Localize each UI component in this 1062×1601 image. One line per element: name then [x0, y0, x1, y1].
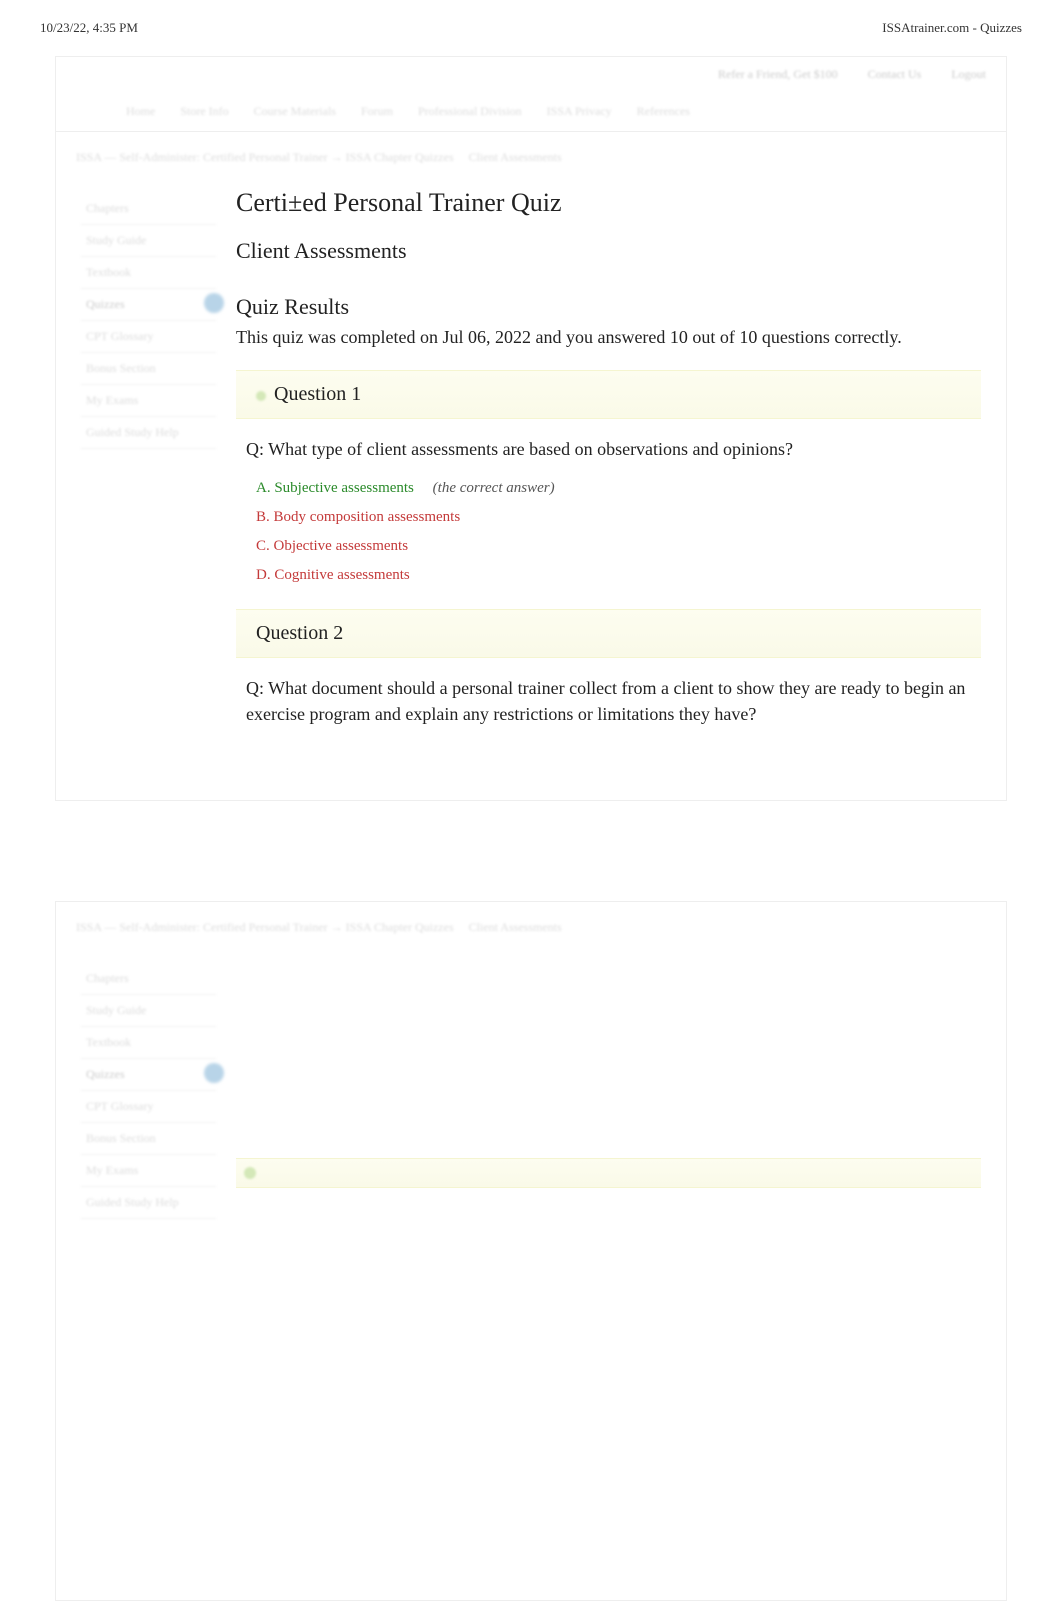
nav-professional[interactable]: Professional Division — [418, 104, 522, 119]
question-1: Question 1 Q: What type of client assess… — [236, 370, 981, 584]
nav-bar: Home Store Info Course Materials Forum P… — [56, 92, 1006, 132]
answer-b: B. Body composition assessments — [256, 509, 961, 526]
sidebar-item-chapters[interactable]: Chapters — [81, 963, 216, 995]
nav-privacy[interactable]: ISSA Privacy — [547, 104, 612, 119]
nav-references[interactable]: References — [637, 104, 690, 119]
sidebar-item-textbook[interactable]: Textbook — [81, 257, 216, 289]
breadcrumb-current: Client Assessments — [469, 150, 562, 165]
main-content: Certi±ed Personal Trainer Quiz Client As… — [231, 183, 1006, 800]
answer-label: A. Subjective assessments — [256, 480, 414, 496]
question-text: Q: What document should a personal train… — [236, 658, 981, 744]
nav-materials[interactable]: Course Materials — [254, 104, 336, 119]
sidebar: Chapters Study Guide Textbook Quizzes CP… — [56, 183, 231, 800]
breadcrumb-path[interactable]: ISSA — Self-Administer: Certified Person… — [76, 150, 454, 165]
question-text: Q: What type of client assessments are b… — [236, 419, 981, 480]
question-2: Question 2 Q: What document should a per… — [236, 609, 981, 744]
breadcrumb: ISSA — Self-Administer: Certified Person… — [56, 132, 1006, 183]
nav-home[interactable]: Home — [126, 104, 155, 119]
print-header: 10/23/22, 4:35 PM ISSAtrainer.com - Quiz… — [0, 0, 1062, 56]
main-content — [231, 953, 1006, 1353]
sidebar-item-exams[interactable]: My Exams — [81, 385, 216, 417]
content-area: Chapters Study Guide Textbook Quizzes CP… — [56, 183, 1006, 800]
top-links: Refer a Friend, Get $100 Contact Us Logo… — [56, 57, 1006, 92]
link-logout[interactable]: Logout — [951, 67, 986, 82]
results-heading: Quiz Results — [236, 294, 981, 320]
results-text: This quiz was completed on Jul 06, 2022 … — [236, 325, 981, 350]
answer-c: C. Objective assessments — [256, 538, 961, 555]
print-title: ISSAtrainer.com - Quizzes — [882, 20, 1022, 36]
sidebar-item-bonus[interactable]: Bonus Section — [81, 1123, 216, 1155]
link-refer[interactable]: Refer a Friend, Get $100 — [718, 67, 838, 82]
quiz-subtitle: Client Assessments — [236, 238, 981, 264]
question-header: Question 1 — [236, 370, 981, 419]
sidebar-item-exams[interactable]: My Exams — [81, 1155, 216, 1187]
sidebar-item-label: Quizzes — [86, 1067, 125, 1081]
sidebar-item-label: Quizzes — [86, 297, 125, 311]
sidebar: Chapters Study Guide Textbook Quizzes CP… — [56, 953, 231, 1353]
nav-store[interactable]: Store Info — [180, 104, 228, 119]
sidebar-item-quizzes[interactable]: Quizzes — [81, 289, 216, 321]
sidebar-item-glossary[interactable]: CPT Glossary — [81, 321, 216, 353]
answer-a: A. Subjective assessments (the correct a… — [256, 480, 961, 497]
nav-forum[interactable]: Forum — [361, 104, 393, 119]
checkmark-icon — [244, 1167, 256, 1179]
quiz-title: Certi±ed Personal Trainer Quiz — [236, 188, 981, 218]
sidebar-item-guided[interactable]: Guided Study Help — [81, 1187, 216, 1219]
page-2: ISSA — Self-Administer: Certified Person… — [55, 901, 1007, 1601]
answers: A. Subjective assessments (the correct a… — [236, 480, 981, 584]
sidebar-item-studyguide[interactable]: Study Guide — [81, 225, 216, 257]
correct-note: (the correct answer) — [433, 480, 555, 496]
breadcrumb-current: Client Assessments — [469, 920, 562, 935]
breadcrumb: ISSA — Self-Administer: Certified Person… — [56, 902, 1006, 953]
sidebar-item-chapters[interactable]: Chapters — [81, 193, 216, 225]
question-header: Question 2 — [236, 609, 981, 658]
content-area: Chapters Study Guide Textbook Quizzes CP… — [56, 953, 1006, 1353]
page-1: Refer a Friend, Get $100 Contact Us Logo… — [55, 56, 1007, 801]
sidebar-item-studyguide[interactable]: Study Guide — [81, 995, 216, 1027]
answer-d: D. Cognitive assessments — [256, 567, 961, 584]
link-contact[interactable]: Contact Us — [868, 67, 922, 82]
sidebar-item-textbook[interactable]: Textbook — [81, 1027, 216, 1059]
breadcrumb-path[interactable]: ISSA — Self-Administer: Certified Person… — [76, 920, 454, 935]
badge-icon — [204, 1063, 224, 1083]
print-datetime: 10/23/22, 4:35 PM — [40, 20, 138, 36]
sidebar-item-quizzes[interactable]: Quizzes — [81, 1059, 216, 1091]
sidebar-item-glossary[interactable]: CPT Glossary — [81, 1091, 216, 1123]
sidebar-item-bonus[interactable]: Bonus Section — [81, 353, 216, 385]
question-header-partial — [236, 1158, 981, 1188]
badge-icon — [204, 293, 224, 313]
sidebar-item-guided[interactable]: Guided Study Help — [81, 417, 216, 449]
